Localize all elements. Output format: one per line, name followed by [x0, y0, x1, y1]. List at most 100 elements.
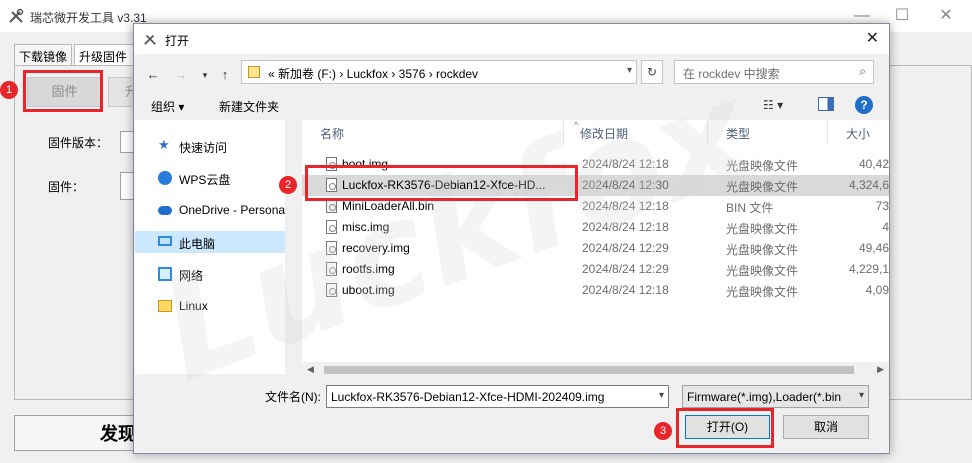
- dialog-close-icon[interactable]: ✕: [866, 28, 879, 48]
- nav-label: 此电脑: [179, 237, 216, 251]
- annotation-box-step2: [305, 165, 578, 201]
- file-name: recovery.img: [342, 241, 410, 255]
- file-row[interactable]: rootfs.img 2024/8/24 12:29 光盘映像文件 4,229,…: [302, 259, 889, 280]
- file-row[interactable]: uboot.img 2024/8/24 12:18 光盘映像文件 4,09: [302, 280, 889, 301]
- nav-item-linux[interactable]: Linux: [135, 295, 299, 317]
- file-size: 4,229,1: [848, 262, 889, 276]
- nav-scrollbar[interactable]: [285, 120, 299, 374]
- file-name: rootfs.img: [342, 262, 395, 276]
- address-bar[interactable]: « 新加卷 (F:) › Luckfox › 3576 › rockdev ▾: [241, 60, 637, 84]
- disc-image-icon: [326, 220, 337, 234]
- scroll-thumb[interactable]: [324, 366, 854, 374]
- nav-item-onedrive[interactable]: OneDrive - Personal: [135, 199, 299, 221]
- refresh-icon[interactable]: ↻: [641, 60, 663, 84]
- address-dropdown-icon[interactable]: ▾: [627, 65, 632, 76]
- column-header-type[interactable]: 类型: [708, 120, 828, 144]
- filter-value: Firmware(*.img),Loader(*.bin: [687, 390, 842, 404]
- file-type: BIN 文件: [726, 201, 774, 215]
- maximize-icon[interactable]: ☐: [892, 6, 912, 26]
- file-size: 49,46: [858, 241, 889, 255]
- file-icon: [326, 199, 337, 213]
- file-row[interactable]: misc.img 2024/8/24 12:18 光盘映像文件 4: [302, 217, 889, 238]
- filename-label: 文件名(N):: [265, 390, 321, 404]
- filename-value[interactable]: Luckfox-RK3576-Debian12-Xfce-HDMI-202409…: [331, 390, 604, 404]
- disc-image-icon: [326, 283, 337, 297]
- column-header-name[interactable]: 名称: [302, 120, 564, 144]
- firmware-label: 固件：: [48, 180, 85, 194]
- recent-dropdown-icon[interactable]: ▾: [194, 64, 216, 86]
- cancel-button[interactable]: 取消: [783, 415, 869, 439]
- filename-input[interactable]: Luckfox-RK3576-Debian12-Xfce-HDMI-202409…: [326, 385, 669, 408]
- sort-indicator-icon: ^: [574, 120, 579, 130]
- file-date: 2024/8/24 12:29: [582, 262, 669, 276]
- nav-label: OneDrive - Personal: [179, 203, 288, 217]
- file-name: uboot.img: [342, 283, 395, 297]
- annotation-box-step3: [676, 408, 774, 448]
- filter-dropdown-icon[interactable]: ▾: [859, 390, 864, 401]
- file-type: 光盘映像文件: [726, 180, 799, 194]
- cloud-icon: [158, 171, 172, 185]
- file-name: misc.img: [342, 220, 390, 234]
- tools-icon: [9, 8, 24, 23]
- file-row[interactable]: recovery.img 2024/8/24 12:29 光盘映像文件 49,4…: [302, 238, 889, 259]
- file-date: 2024/8/24 12:18: [582, 157, 669, 171]
- search-icon[interactable]: ⌕: [859, 64, 866, 79]
- tools-icon: [144, 34, 156, 45]
- file-list: 名称 修改日期 类型 大小 ^ boot.img 2024/8/24 12:18…: [302, 120, 889, 362]
- firmware-version-label: 固件版本：: [48, 136, 109, 150]
- dialog-title: 打开: [165, 34, 190, 48]
- column-header-size[interactable]: 大小: [828, 120, 889, 144]
- file-name: MiniLoaderAll.bin: [342, 199, 435, 213]
- file-date: 2024/8/24 12:29: [582, 241, 669, 255]
- organize-button[interactable]: 组织 ▾: [151, 98, 184, 115]
- tab-download-image[interactable]: 下载镜像: [14, 44, 72, 66]
- horizontal-scrollbar[interactable]: ◀ ▶: [302, 362, 889, 378]
- nav-label: WPS云盘: [179, 173, 231, 187]
- close-icon[interactable]: ✕: [936, 6, 956, 26]
- view-options-icon[interactable]: ☷ ▾: [763, 98, 783, 112]
- file-size: 73: [875, 199, 889, 213]
- scroll-left-icon[interactable]: ◀: [307, 364, 314, 375]
- new-folder-button[interactable]: 新建文件夹: [219, 98, 279, 115]
- scroll-right-icon[interactable]: ▶: [877, 364, 884, 375]
- app-title: 瑞芯微开发工具 v3.31: [30, 11, 147, 25]
- file-type-filter[interactable]: Firmware(*.img),Loader(*.bin ▾: [682, 385, 869, 408]
- annotation-box-step1: [23, 70, 103, 112]
- column-header-date[interactable]: 修改日期: [564, 120, 708, 144]
- up-arrow-icon[interactable]: ↑: [214, 64, 236, 86]
- tab-upgrade-firmware[interactable]: 升级固件: [74, 44, 138, 66]
- breadcrumb[interactable]: « 新加卷 (F:) › Luckfox › 3576 › rockdev: [268, 65, 478, 82]
- search-placeholder: 在 rockdev 中搜索: [683, 67, 780, 81]
- file-type: 光盘映像文件: [726, 285, 799, 299]
- star-icon: ★: [158, 137, 170, 152]
- nav-label: Linux: [179, 299, 208, 313]
- file-type: 光盘映像文件: [726, 222, 799, 236]
- folder-icon: [248, 66, 260, 78]
- file-date: 2024/8/24 12:30: [582, 178, 669, 192]
- folder-icon: [158, 300, 172, 312]
- forward-arrow-icon[interactable]: →: [170, 64, 192, 86]
- file-size: 4: [882, 220, 889, 234]
- annotation-marker-3: 3: [654, 422, 672, 440]
- status-text: 发现: [100, 424, 136, 445]
- back-arrow-icon[interactable]: ←: [142, 64, 164, 86]
- open-file-dialog: 打开 ✕ ← → ▾ ↑ « 新加卷 (F:) › Luckfox › 3576…: [133, 23, 890, 454]
- preview-pane-icon[interactable]: [818, 97, 834, 111]
- search-input[interactable]: 在 rockdev 中搜索 ⌕: [674, 60, 874, 84]
- nav-item-quick-access[interactable]: ★ 快速访问: [135, 135, 299, 157]
- help-icon[interactable]: ?: [855, 96, 873, 114]
- disc-image-icon: [326, 241, 337, 255]
- filename-dropdown-icon[interactable]: ▾: [659, 390, 664, 401]
- nav-item-wps-cloud[interactable]: WPS云盘: [135, 167, 299, 189]
- nav-item-this-pc[interactable]: 此电脑: [135, 231, 299, 253]
- disc-image-icon: [326, 262, 337, 276]
- file-date: 2024/8/24 12:18: [582, 220, 669, 234]
- file-date: 2024/8/24 12:18: [582, 283, 669, 297]
- file-size: 40,42: [858, 157, 889, 171]
- file-date: 2024/8/24 12:18: [582, 199, 669, 213]
- computer-icon: [158, 236, 172, 246]
- annotation-marker-2: 2: [279, 176, 297, 194]
- nav-item-network[interactable]: 网络: [135, 263, 299, 285]
- onedrive-icon: [158, 206, 172, 215]
- navigation-pane: ★ 快速访问 WPS云盘 OneDrive - Personal 此电脑 网络 …: [135, 120, 299, 374]
